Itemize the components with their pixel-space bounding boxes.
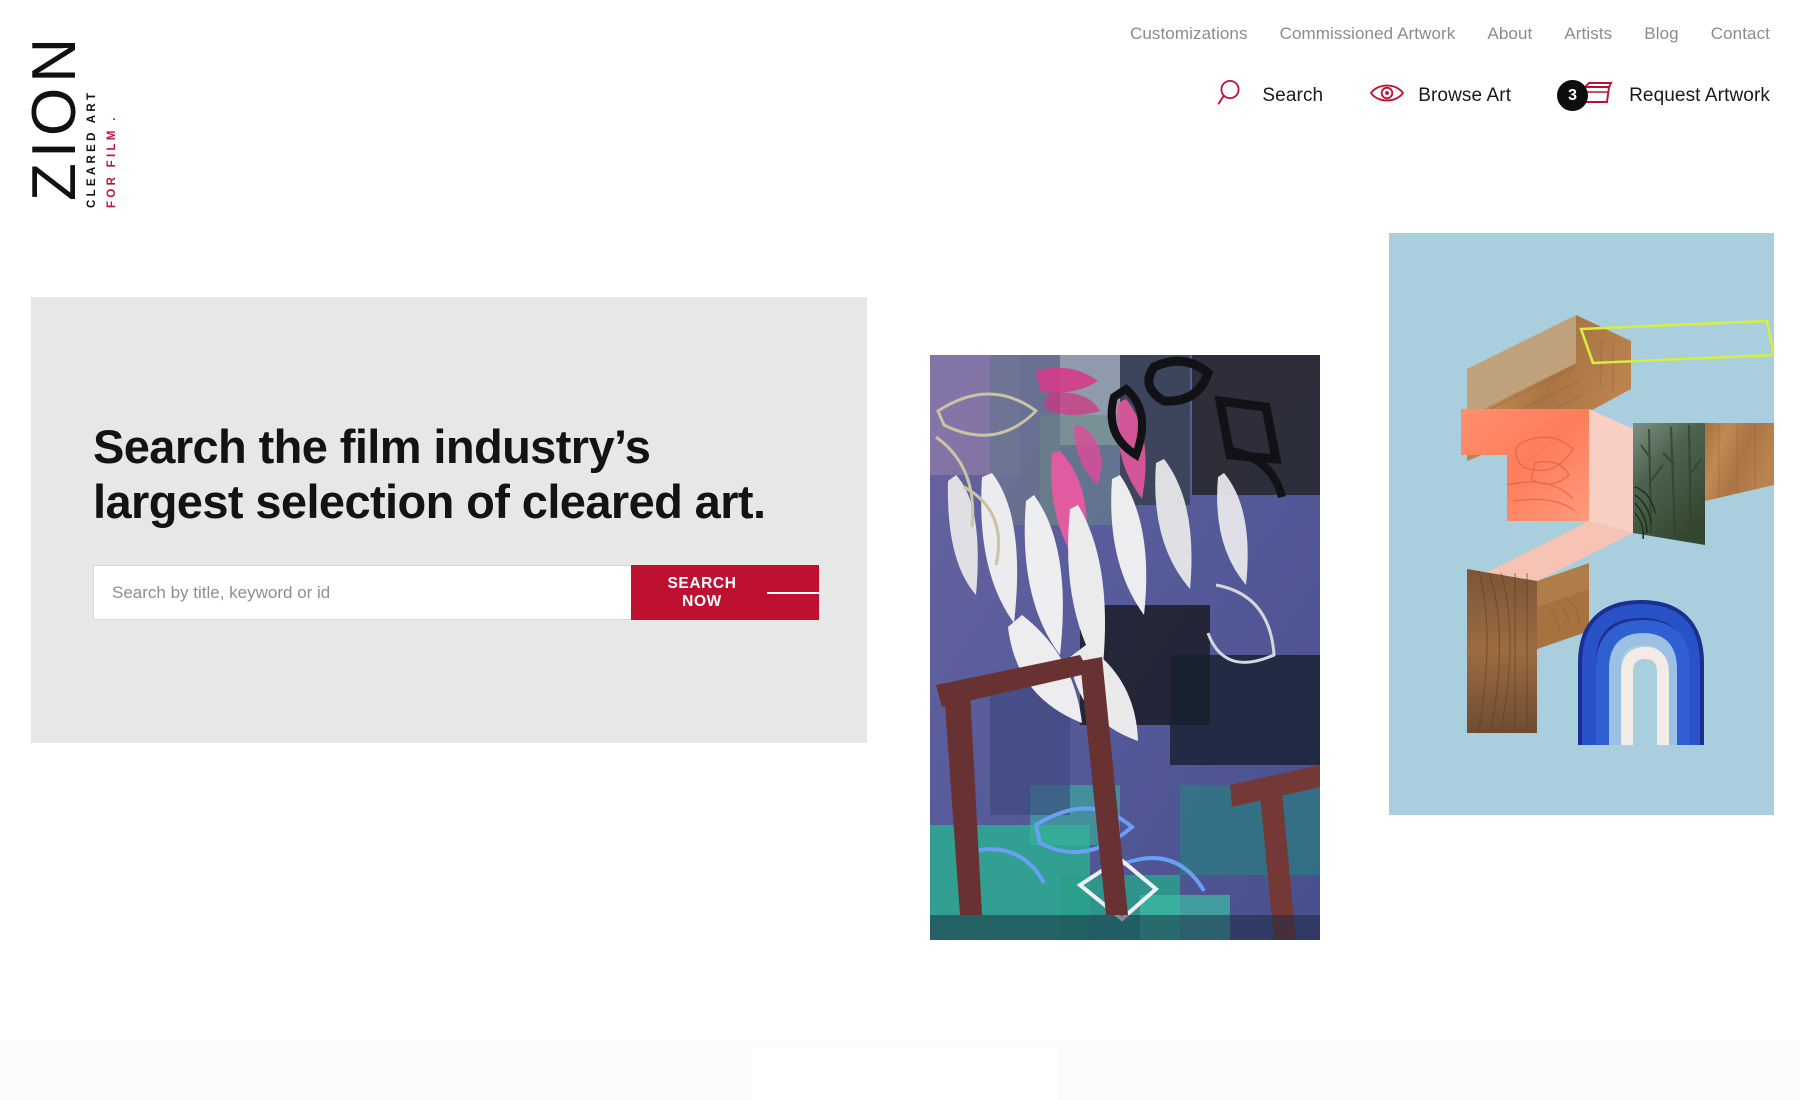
- artwork-thumbnail-isometric-collage[interactable]: [1389, 233, 1774, 815]
- search-input[interactable]: [93, 565, 631, 620]
- search-now-button[interactable]: SEARCH NOW: [631, 565, 819, 620]
- logo-wordmark-text: ZION: [20, 32, 90, 202]
- search-now-button-label: SEARCH NOW: [667, 574, 737, 610]
- artwork-thumbnail-abstract-painting[interactable]: [930, 355, 1320, 940]
- browse-art-action[interactable]: Browse Art: [1369, 80, 1511, 111]
- nav-item-artists[interactable]: Artists: [1548, 24, 1628, 44]
- next-section-card: [752, 1048, 1058, 1100]
- nav-item-blog[interactable]: Blog: [1628, 24, 1694, 44]
- request-artwork-action-label: Request Artwork: [1629, 84, 1770, 106]
- isometric-collage-image: [1389, 233, 1774, 815]
- search-action-label: Search: [1262, 84, 1324, 106]
- nav-item-contact[interactable]: Contact: [1695, 24, 1770, 44]
- logo-wordmark: ZION: [20, 26, 90, 208]
- nav-item-about[interactable]: About: [1471, 24, 1548, 44]
- hero-search-form: SEARCH NOW: [93, 565, 819, 620]
- arrow-line-icon: [767, 591, 819, 594]
- site-logo[interactable]: ZION CLEARED ART FOR FILM .: [20, 18, 152, 208]
- page-root: ZION CLEARED ART FOR FILM . Customizatio…: [0, 0, 1800, 1100]
- hero-headline-line-2: largest selection of cleared art.: [93, 475, 766, 529]
- logo-tagline-secondary: FOR FILM .: [106, 114, 118, 208]
- search-icon: [1215, 76, 1249, 115]
- secondary-navigation: Search Browse Art 3 Request Artwork: [1215, 76, 1770, 115]
- eye-icon: [1369, 80, 1405, 111]
- hero-headline: Search the film industry’s largest selec…: [93, 419, 813, 530]
- search-action[interactable]: Search: [1215, 76, 1323, 115]
- request-artwork-icon-group: 3: [1557, 78, 1616, 113]
- logo-tagline: CLEARED ART FOR FILM .: [84, 28, 146, 208]
- primary-navigation: Customizations Commissioned Artwork Abou…: [1114, 24, 1770, 44]
- hero-panel: Search the film industry’s largest selec…: [31, 297, 867, 743]
- request-artwork-action[interactable]: 3 Request Artwork: [1557, 78, 1770, 113]
- nav-item-customizations[interactable]: Customizations: [1114, 24, 1264, 44]
- hero-headline-line-1: Search the film industry’s: [93, 420, 651, 473]
- nav-item-commissioned-artwork[interactable]: Commissioned Artwork: [1264, 24, 1472, 44]
- browse-art-action-label: Browse Art: [1418, 84, 1512, 106]
- logo-tagline-primary: CLEARED ART: [86, 89, 98, 208]
- request-artwork-count-badge: 3: [1557, 80, 1589, 111]
- abstract-painting-image: [930, 355, 1320, 940]
